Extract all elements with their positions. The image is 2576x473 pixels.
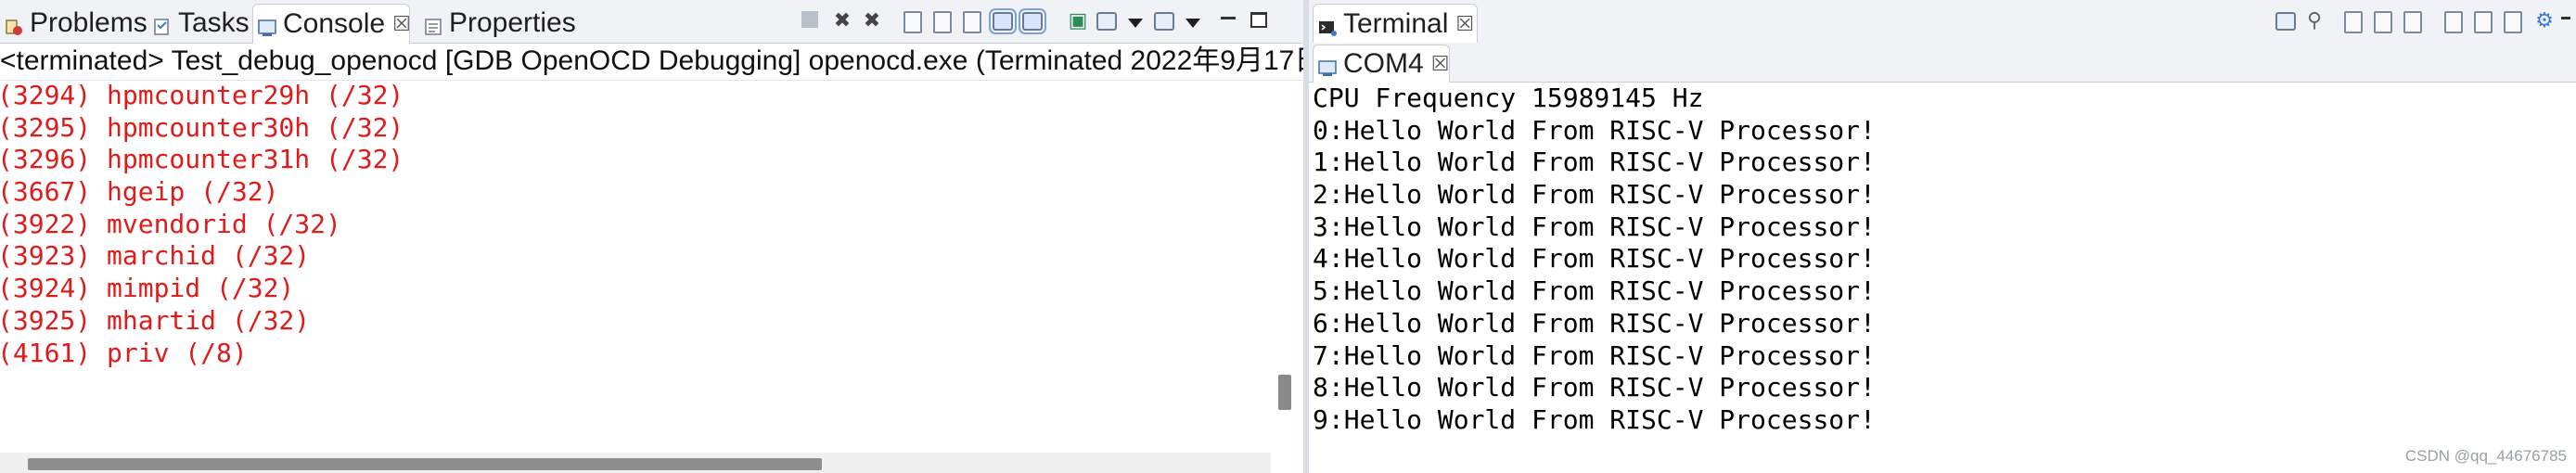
terminal-line: 7:Hello World From RISC-V Processor! [1313,339,1876,371]
remove-all-terminated-icon[interactable]: ✖ [861,9,883,32]
tab-terminal[interactable]: Terminal ☒ [1313,4,1478,44]
terminal-view: Terminal ☒ ⚲ ⚙ COM4 ☒ CPU Frequency 1598… [1309,0,2576,473]
console-line: (3922) mvendorid (/32) [0,208,341,239]
terminal-line: 5:Hello World From RISC-V Processor! [1313,275,1876,307]
tab-label: Tasks [178,7,250,38]
tab-problems[interactable]: Problems [0,4,147,43]
tab-properties[interactable]: Properties [419,4,576,43]
word-wrap-icon[interactable] [963,11,981,33]
tab-label: COM4 [1343,48,1424,79]
minimize-icon[interactable] [2561,17,2570,19]
open-console-icon[interactable] [1154,12,1174,31]
console-line: (3296) hpmcounter31h (/32) [0,144,404,175]
close-icon[interactable]: ☒ [1431,52,1450,76]
display-selected-console-icon[interactable] [1096,12,1117,31]
maximize-icon[interactable] [1250,12,1267,28]
show-on-error-icon[interactable] [1019,8,1046,34]
console-line: (4161) priv (/8) [0,337,248,368]
console-view: Problems Tasks Console ☒ Properties ✖ ✖ [0,0,1303,473]
open-terminal-icon[interactable] [2275,12,2296,31]
problems-icon [4,13,24,35]
console-line: (3924) mimpid (/32) [0,273,295,304]
watermark: CSDN @qq_44676785 [2404,447,2567,465]
terminal-line: CPU Frequency 15989145 Hz [1313,83,1704,113]
console-output[interactable]: (3294) hpmcounter29h (/32) (3295) hpmcou… [0,80,1271,441]
console-toolbar: ✖ ✖ ▣ [798,4,1299,37]
terminal-tabbar: Terminal ☒ ⚲ ⚙ [1309,0,2576,44]
terminate-icon[interactable] [801,11,818,28]
chevron-down-icon[interactable] [1128,19,1143,28]
paste-icon[interactable] [2474,11,2493,33]
copy-icon[interactable] [2444,11,2463,33]
console-line: (3667) hgeip (/32) [0,176,279,208]
disconnect-icon[interactable]: ⚲ [2303,9,2326,32]
select-all-icon[interactable] [2504,11,2522,33]
properties-icon [423,13,443,35]
minimize-icon[interactable] [1221,17,1236,19]
console-line: (3925) mhartid (/32) [0,304,311,336]
tab-tasks[interactable]: Tasks [148,4,250,43]
scroll-lock-icon[interactable] [933,11,952,33]
clear-console-icon[interactable] [904,11,922,33]
vertical-scrollbar-thumb[interactable] [1278,375,1291,410]
chevron-down-icon[interactable] [1185,19,1200,28]
console-line: (3294) hpmcounter29h (/32) [0,80,404,110]
scroll-lock-icon[interactable] [2344,11,2363,33]
terminal-line: 9:Hello World From RISC-V Processor! [1313,403,1876,435]
remove-launch-icon[interactable]: ✖ [831,9,853,32]
tab-label: Problems [30,7,147,38]
tab-console[interactable]: Console ☒ [252,4,411,44]
terminal-icon [1317,14,1338,36]
tab-label: Terminal [1343,8,1449,39]
terminal-output[interactable]: CPU Frequency 15989145 Hz 0:Hello World … [1313,83,2556,454]
tab-label: Console [283,8,386,39]
console-tabbar: Problems Tasks Console ☒ Properties ✖ ✖ [0,0,1303,44]
tab-com4[interactable]: COM4 ☒ [1313,45,1450,83]
terminal-line: 4:Hello World From RISC-V Processor! [1313,243,1876,275]
horizontal-scrollbar-thumb[interactable] [28,458,822,470]
console-line: (3295) hpmcounter30h (/32) [0,111,404,143]
com-port-icon [1317,54,1338,76]
close-icon[interactable]: ☒ [1455,12,1474,36]
terminal-session-tabbar: COM4 ☒ [1309,43,2576,83]
console-line: (3923) marchid (/32) [0,240,311,272]
show-on-output-icon[interactable] [989,8,1017,34]
terminal-line: 3:Hello World From RISC-V Processor! [1313,211,1876,242]
console-status-line: <terminated> Test_debug_openocd [GDB Ope… [0,43,1303,81]
terminal-line: 0:Hello World From RISC-V Processor! [1313,114,1876,146]
terminal-line: 1:Hello World From RISC-V Processor! [1313,147,1876,178]
terminal-line: 6:Hello World From RISC-V Processor! [1313,307,1876,339]
clear-terminal-icon[interactable] [2374,11,2392,33]
pin-console-icon[interactable]: ▣ [1067,9,1089,32]
terminal-line: 8:Hello World From RISC-V Processor! [1313,372,1876,403]
close-icon[interactable]: ☒ [392,12,411,36]
tab-label: Properties [449,7,576,38]
pin-terminal-icon[interactable] [2403,11,2422,33]
terminal-toolbar: ⚲ ⚙ [2274,4,2576,37]
tasks-icon [152,13,173,35]
settings-icon[interactable]: ⚙ [2533,9,2556,32]
console-icon [257,14,277,36]
terminal-line: 2:Hello World From RISC-V Processor! [1313,179,1876,211]
